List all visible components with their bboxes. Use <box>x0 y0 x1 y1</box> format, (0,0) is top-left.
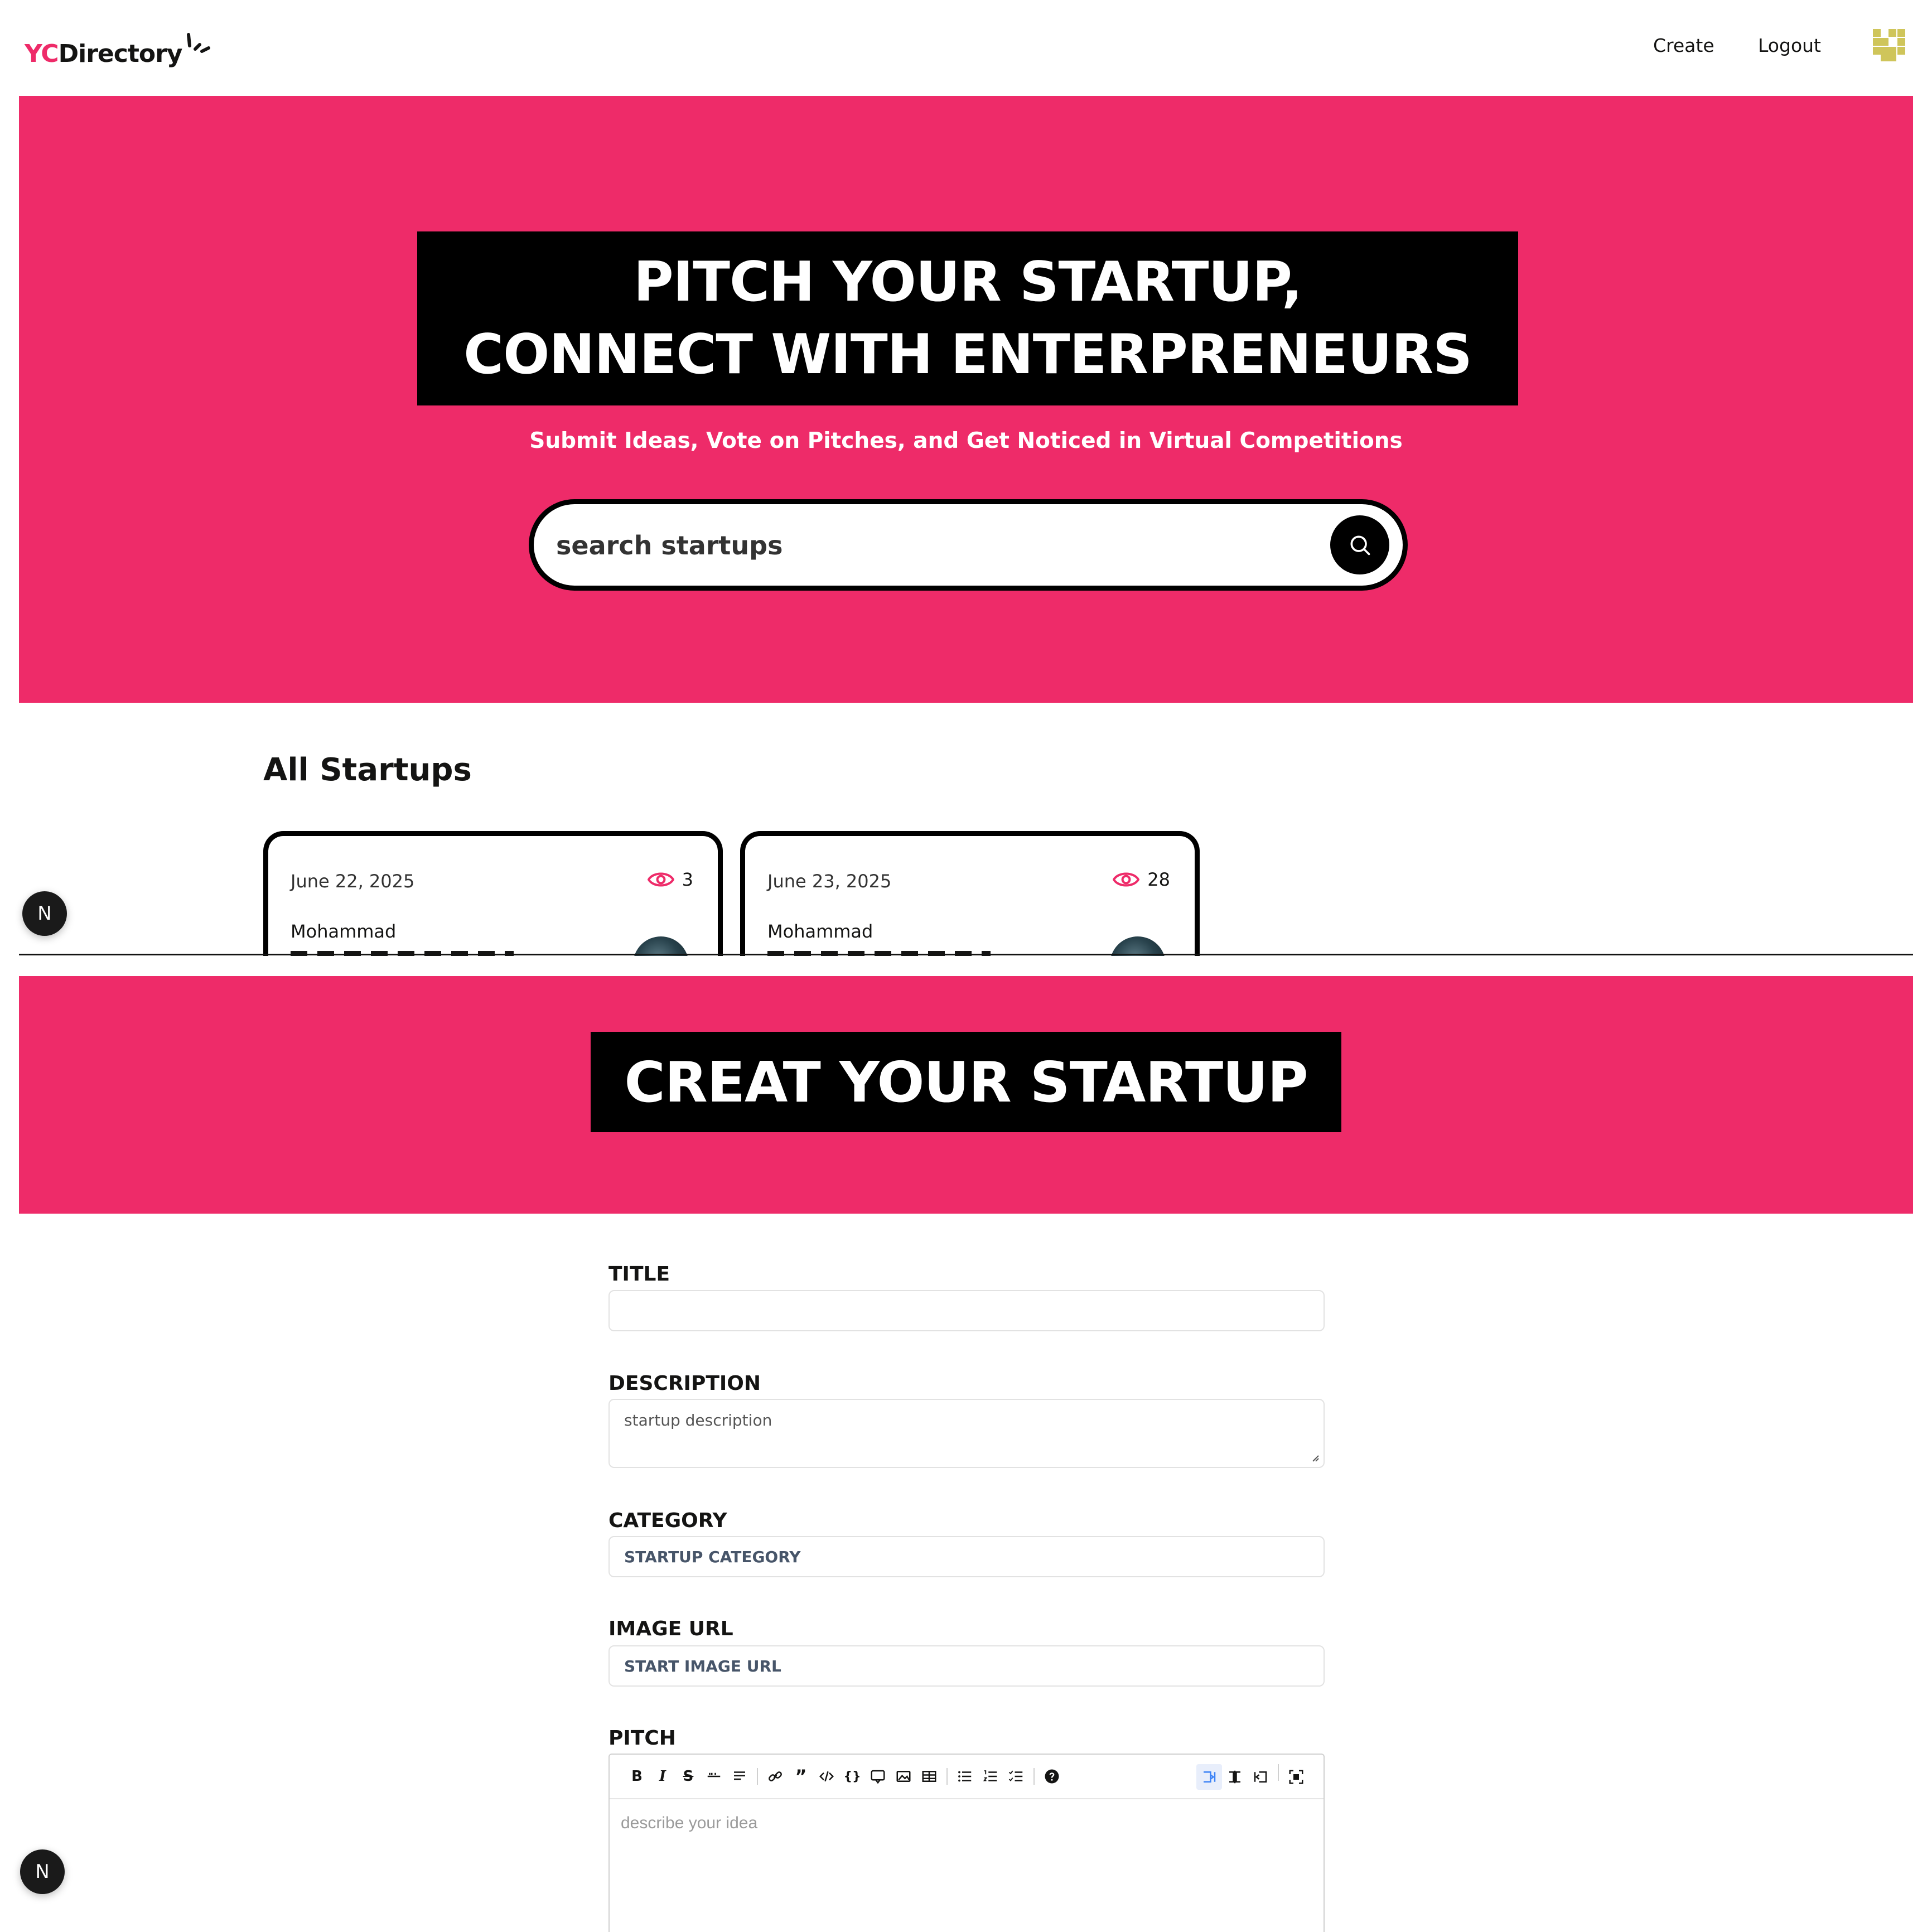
nav-create-link[interactable]: Create <box>1653 35 1714 56</box>
toolbar-divider <box>757 1768 758 1785</box>
table-button[interactable] <box>916 1764 942 1789</box>
fullscreen-icon <box>1289 1770 1303 1784</box>
editor-view-controls <box>1196 1764 1309 1790</box>
identicon-icon <box>1866 22 1912 68</box>
strikethrough-icon: S <box>683 1768 694 1785</box>
checked-list-button[interactable] <box>1003 1764 1029 1789</box>
startup-card-view-count: 28 <box>1147 869 1170 890</box>
code-icon <box>819 1771 834 1782</box>
ordered-list-button[interactable] <box>978 1764 1003 1789</box>
search-input[interactable] <box>556 524 1281 567</box>
ordered-list-icon <box>983 1770 997 1781</box>
description-label: DESCRIPTION <box>608 1372 761 1395</box>
bold-button[interactable]: B <box>624 1764 650 1789</box>
live-mode-button[interactable] <box>1222 1764 1248 1790</box>
preview-mode-button[interactable] <box>1248 1764 1273 1790</box>
pitch-textarea[interactable] <box>610 1799 1324 1932</box>
toolbar-divider <box>1278 1764 1279 1781</box>
eye-icon <box>1113 872 1140 887</box>
startup-card-date: June 22, 2025 <box>291 871 415 892</box>
all-startups-title: All Startups <box>263 752 472 788</box>
italic-icon: I <box>659 1768 666 1785</box>
logo-directory-text: Directory <box>58 40 183 68</box>
fullscreen-button[interactable] <box>1283 1764 1309 1790</box>
toolbar-divider <box>1033 1768 1035 1785</box>
startup-card-views: 3 <box>647 868 693 891</box>
help-icon <box>1045 1769 1059 1784</box>
logo-spark-icon <box>187 33 211 53</box>
hero-heading-line-2: CONNECT WITH ENTERPRENEURS <box>463 323 1472 387</box>
eye-icon <box>647 872 674 887</box>
create-heading-box: CREAT YOUR STARTUP <box>591 1032 1341 1132</box>
preview-mode-icon <box>1254 1771 1267 1783</box>
table-icon <box>922 1771 936 1782</box>
hero-section: PITCH YOUR STARTUP, CONNECT WITH ENTERPR… <box>19 96 1913 703</box>
quote-button[interactable]: ” <box>788 1764 814 1789</box>
logo-yc-text: YC <box>25 40 59 68</box>
code-block-icon: {} <box>843 1769 861 1784</box>
startup-card-author-image[interactable] <box>633 936 689 956</box>
startup-card[interactable]: June 23, 2025 28 Mohammad <box>740 831 1200 956</box>
category-input[interactable] <box>608 1536 1325 1577</box>
create-heading: CREAT YOUR STARTUP <box>624 1049 1308 1115</box>
link-button[interactable] <box>762 1764 788 1789</box>
quote-icon: ” <box>795 1766 807 1787</box>
editor-toolbar: B I S ” {} <box>610 1755 1324 1799</box>
toolbar-divider <box>946 1768 948 1785</box>
navbar: YC Directory Create Logout <box>0 0 1932 96</box>
hero-heading-line-1: PITCH YOUR STARTUP, <box>633 250 1302 314</box>
startup-card-author[interactable]: Mohammad <box>291 921 396 942</box>
title-input[interactable] <box>608 1290 1325 1331</box>
pitch-label: PITCH <box>608 1727 676 1750</box>
startup-card-views: 28 <box>1113 868 1170 891</box>
code-block-button[interactable]: {} <box>839 1764 865 1789</box>
unordered-list-icon <box>958 1771 972 1782</box>
help-button[interactable] <box>1039 1764 1065 1789</box>
startup-card-author[interactable]: Mohammad <box>767 921 873 942</box>
logo[interactable]: YC Directory <box>25 29 211 68</box>
hero-heading: PITCH YOUR STARTUP, CONNECT WITH ENTERPR… <box>417 231 1518 405</box>
comment-button[interactable] <box>865 1764 891 1789</box>
startup-card-author-image[interactable] <box>1110 936 1166 956</box>
resize-handle-icon[interactable] <box>1311 1453 1320 1462</box>
pitch-markdown-editor: B I S ” {} <box>608 1754 1325 1932</box>
checked-list-icon <box>1008 1770 1023 1781</box>
startup-card-date: June 23, 2025 <box>767 871 892 892</box>
title-icon <box>734 1771 745 1780</box>
hero-subheading: Submit Ideas, Vote on Pitches, and Get N… <box>529 428 1403 453</box>
startup-card-view-count: 3 <box>682 869 693 890</box>
nextjs-dev-badge[interactable]: N <box>20 1849 65 1894</box>
search-form <box>529 499 1408 591</box>
search-icon <box>1350 535 1370 556</box>
bold-icon: B <box>631 1768 643 1785</box>
link-icon <box>769 1771 782 1781</box>
image-url-label: IMAGE URL <box>608 1617 733 1640</box>
code-button[interactable] <box>814 1764 839 1789</box>
startup-card[interactable]: June 22, 2025 3 Mohammad <box>263 831 723 956</box>
comment-icon <box>871 1770 885 1784</box>
horizontal-rule-button[interactable] <box>701 1764 727 1789</box>
edit-mode-button[interactable] <box>1196 1764 1222 1790</box>
nav-logout-link[interactable]: Logout <box>1758 35 1821 56</box>
user-avatar[interactable] <box>1866 22 1912 68</box>
image-icon <box>896 1771 911 1782</box>
hr-icon <box>707 1772 721 1778</box>
nextjs-dev-badge[interactable]: N <box>22 891 67 936</box>
title-label: TITLE <box>608 1263 670 1286</box>
title-button[interactable] <box>727 1764 752 1789</box>
live-mode-icon <box>1229 1770 1240 1784</box>
description-textarea[interactable] <box>608 1399 1325 1468</box>
category-label: CATEGORY <box>608 1509 727 1532</box>
create-hero-section: CREAT YOUR STARTUP <box>19 976 1913 1214</box>
screenshot-divider <box>19 954 1913 955</box>
search-button[interactable] <box>1330 515 1389 574</box>
italic-button[interactable]: I <box>650 1764 675 1789</box>
unordered-list-button[interactable] <box>952 1764 978 1789</box>
image-url-input[interactable] <box>608 1645 1325 1687</box>
strikethrough-button[interactable]: S <box>675 1764 701 1789</box>
image-button[interactable] <box>891 1764 916 1789</box>
edit-mode-icon <box>1204 1771 1216 1783</box>
